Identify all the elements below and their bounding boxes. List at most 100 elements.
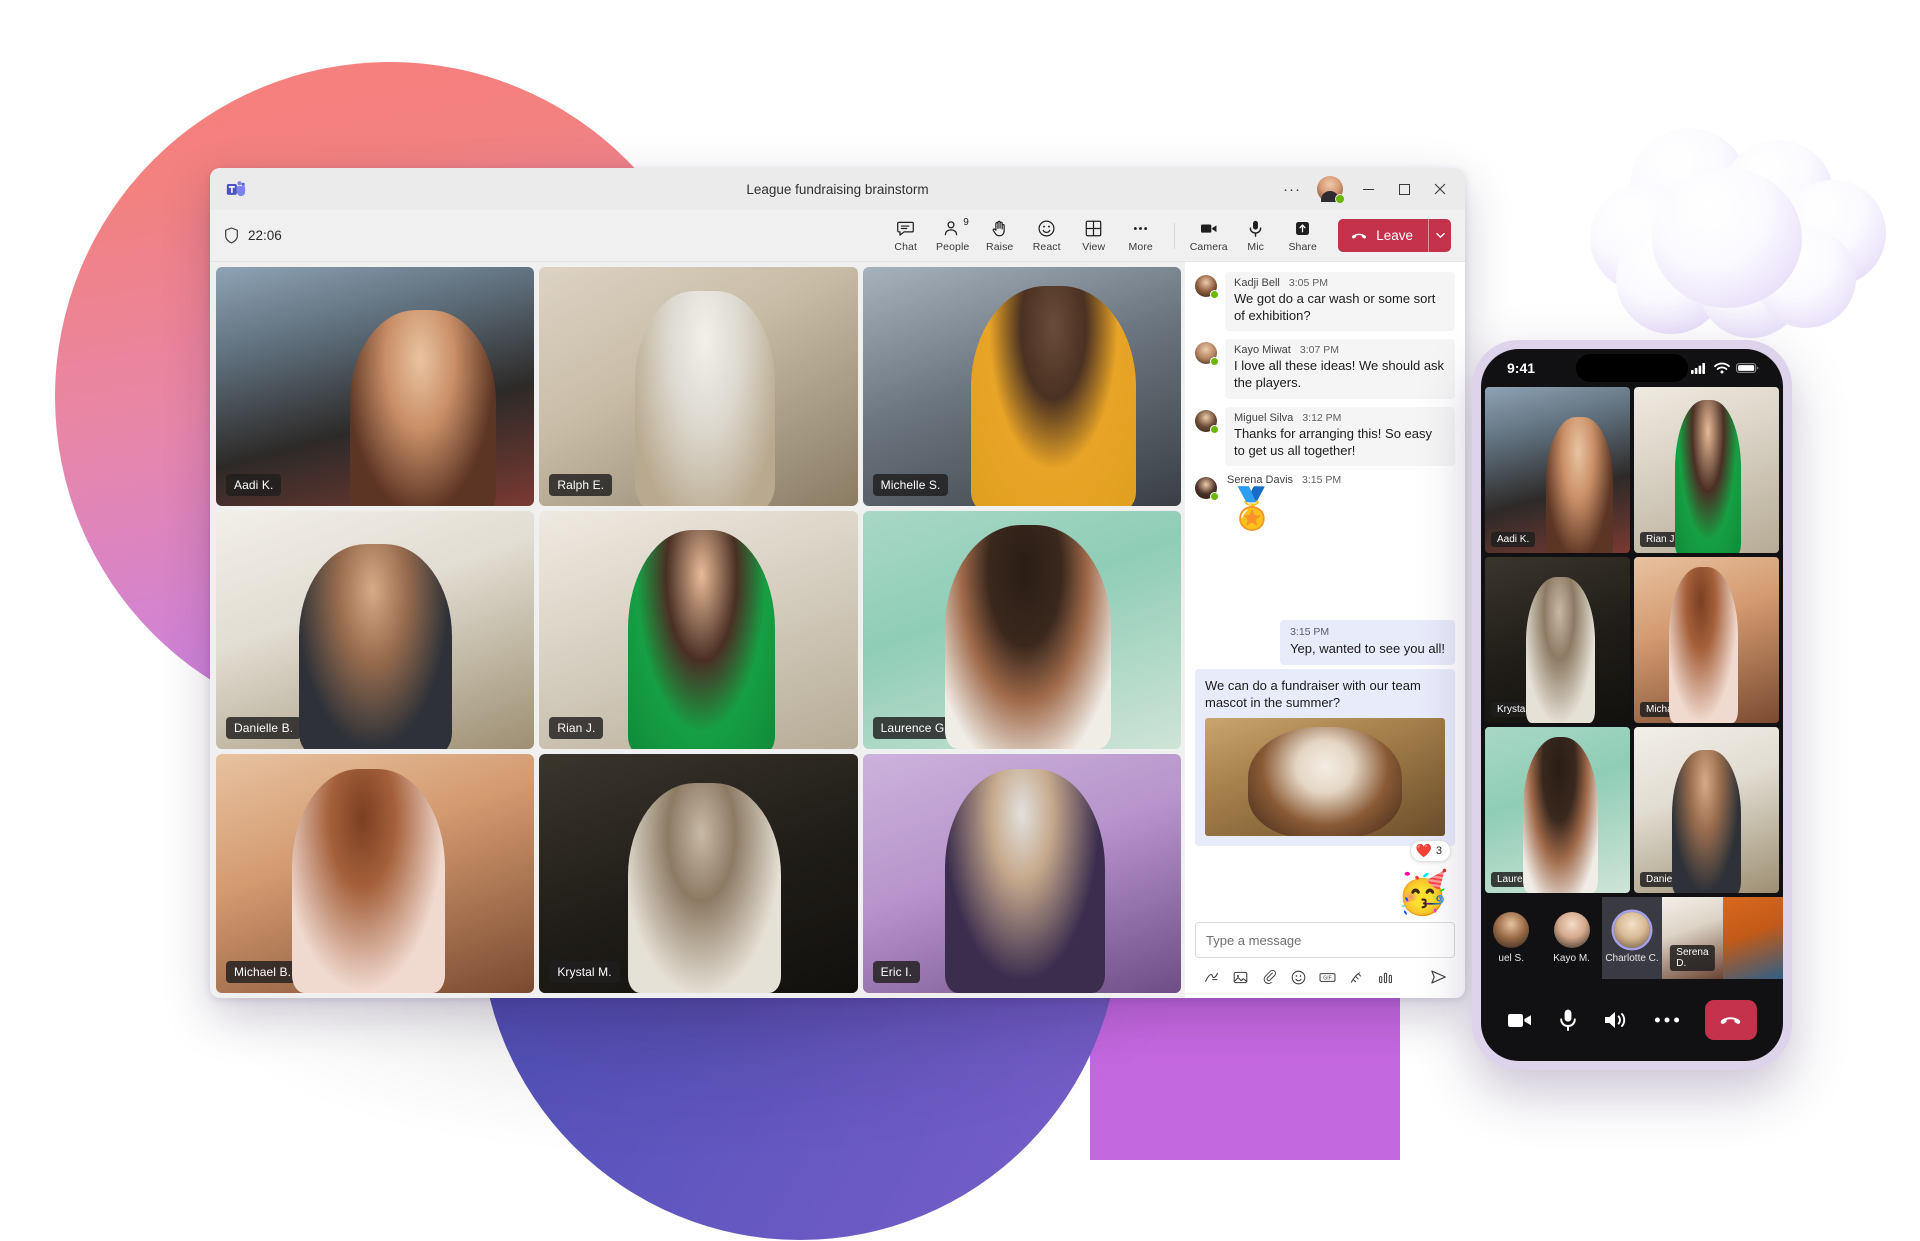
minimize-button[interactable]: [1351, 174, 1385, 204]
toolbar-item-view[interactable]: View: [1070, 216, 1117, 255]
format-icon[interactable]: [1197, 964, 1226, 990]
chat-own-bubble: 3:15 PM Yep, wanted to see you all!: [1280, 619, 1455, 665]
chat-timestamp: 3:15 PM: [1302, 473, 1342, 486]
toolbar-item-raise[interactable]: Raise: [976, 216, 1023, 255]
phone-roster-item[interactable]: Charlotte C.: [1601, 897, 1663, 979]
phone-hangup-button[interactable]: [1704, 1000, 1757, 1040]
video-grid: Aadi K. Ralph E. Michelle S. Danielle B. Ria…: [210, 262, 1185, 998]
phone-roster-item[interactable]: uel S.: [1481, 897, 1541, 979]
phone-roster-name: Charlotte C.: [1605, 953, 1659, 964]
send-icon[interactable]: [1424, 964, 1453, 990]
phone-video-tile-name: Michael B.: [1640, 702, 1699, 717]
phone-video-tile[interactable]: Danielle B.: [1634, 727, 1779, 893]
phone-video-tile[interactable]: Michael B.: [1634, 557, 1779, 723]
toolbar-item-mic[interactable]: Mic: [1232, 216, 1279, 255]
avatar[interactable]: [1317, 176, 1345, 204]
chat-author: Kadji Bell: [1234, 277, 1280, 289]
chat-panel: Kadji Bell 3:05 PM We got do a car wash or…: [1185, 262, 1465, 998]
chat-message-meta: Serena Davis 3:15 PM: [1227, 474, 1455, 486]
phone-video-tile-name: Rian J.: [1640, 532, 1684, 547]
meeting-toolbar: 22:06 Chat 9 People Raise React View Mor…: [210, 210, 1465, 262]
poll-icon[interactable]: [1371, 964, 1400, 990]
phone-roster-name: uel S.: [1498, 953, 1524, 964]
reaction-badge[interactable]: ❤️ 3: [1409, 840, 1451, 862]
close-button[interactable]: [1423, 174, 1457, 204]
toolbar-item-camera[interactable]: Camera: [1185, 216, 1232, 255]
meeting-body: Aadi K. Ralph E. Michelle S. Danielle B. Ria…: [210, 262, 1465, 998]
phone-camera-button[interactable]: [1507, 1010, 1533, 1030]
chat-own-bubble-with-photo: We can do a fundraiser with our team mas…: [1195, 668, 1455, 846]
phone-video-tile[interactable]: Krystal M.: [1485, 557, 1630, 723]
message-input[interactable]: Type a message: [1195, 922, 1455, 958]
phone-roster-item[interactable]: Kayo M.: [1541, 897, 1601, 979]
video-tile[interactable]: Danielle B.: [216, 510, 535, 750]
phone-video-tile[interactable]: Aadi K.: [1485, 387, 1630, 553]
video-tile-name: Aadi K.: [226, 473, 282, 496]
video-tile[interactable]: Michelle S.: [862, 267, 1181, 506]
toolbar-label-react: React: [1032, 241, 1061, 253]
phone-video-tile[interactable]: Rian J.: [1634, 387, 1779, 553]
toolbar-item-more[interactable]: More: [1117, 216, 1164, 255]
video-tile-name: Eric I.: [872, 961, 921, 983]
raise-hand-icon: [990, 218, 1009, 239]
image-icon[interactable]: [1226, 964, 1255, 990]
leave-label: Leave: [1376, 228, 1413, 243]
phone-roster-item[interactable]: Serena D.: [1662, 897, 1723, 979]
video-tile[interactable]: Ralph E.: [539, 267, 858, 506]
cellular-signal-icon: [1691, 363, 1705, 374]
toolbar-item-react[interactable]: React: [1023, 216, 1070, 255]
toolbar-label-chat: Chat: [894, 241, 917, 253]
leave-dropdown-button[interactable]: [1428, 219, 1451, 252]
video-tile[interactable]: Eric I.: [862, 754, 1181, 993]
chat-message-text: We got do a car wash or some sort of exh…: [1234, 291, 1436, 324]
video-tile[interactable]: Rian J.: [539, 510, 858, 750]
maximize-button[interactable]: [1387, 174, 1421, 204]
phone-mic-button[interactable]: [1558, 1008, 1578, 1032]
toolbar-item-share[interactable]: Share: [1279, 216, 1326, 255]
toolbar-label-mic: Mic: [1247, 241, 1265, 253]
toolbar-item-chat[interactable]: Chat: [882, 216, 929, 255]
phone-roster-item[interactable]: [1722, 897, 1783, 979]
emoji-icon[interactable]: [1284, 964, 1313, 990]
sticker-icon[interactable]: [1342, 964, 1371, 990]
attach-icon[interactable]: [1255, 964, 1284, 990]
phone-speaker-button[interactable]: [1603, 1009, 1629, 1031]
video-tile[interactable]: Krystal M.: [539, 754, 858, 993]
gif-icon[interactable]: GIF: [1313, 964, 1342, 990]
chat-icon: [896, 218, 915, 239]
reaction-count: 3: [1435, 845, 1442, 857]
microphone-icon: [1560, 1009, 1576, 1031]
toolbar-item-people[interactable]: 9 People: [929, 216, 976, 255]
video-tile[interactable]: Michael B.: [216, 754, 535, 993]
chat-timestamp: 3:05 PM: [1288, 277, 1328, 289]
phone-video-tile-name: Krystal M.: [1491, 702, 1548, 717]
cloud-decoration: [1590, 128, 1890, 338]
phone-video-grid: Aadi K. Rian J. Krystal M. Michael B. Lauren…: [1481, 387, 1783, 893]
chat-message-text: Thanks for arranging this! So easy to ge…: [1234, 425, 1432, 458]
avatar: [1493, 912, 1530, 948]
more-options-button[interactable]: ···: [1275, 174, 1309, 204]
video-tile[interactable]: Aadi K.: [216, 267, 535, 506]
microphone-icon: [1246, 218, 1265, 239]
composer-toolbar: GIF: [1195, 964, 1455, 990]
phone-status-bar: 9:41: [1481, 349, 1783, 387]
chat-bubble: Serena Davis 3:15 PM 🏅: [1225, 474, 1455, 529]
bulldog-photo[interactable]: [1205, 718, 1445, 836]
video-tile[interactable]: Laurence G.: [862, 510, 1181, 750]
chat-message: Kayo Miwat 3:07 PM I love all these ideas!…: [1195, 339, 1455, 399]
avatar: [1195, 275, 1219, 299]
phone-video-tile[interactable]: Laurence G.: [1485, 727, 1630, 893]
toolbar-label-raise: Raise: [986, 241, 1014, 253]
phone-more-button[interactable]: [1654, 1016, 1680, 1024]
avatar: [1614, 912, 1651, 948]
chat-message-text: I love all these ideas! We should ask th…: [1234, 358, 1445, 391]
leave-button[interactable]: Leave: [1338, 219, 1428, 252]
toolbar-divider: [1174, 222, 1176, 249]
hangup-icon: [1352, 233, 1367, 238]
video-tile-name: Michael B.: [226, 961, 300, 983]
chat-composer: Type a message GIF: [1195, 922, 1455, 990]
chat-bubble: Kayo Miwat 3:07 PM I love all these ideas!…: [1225, 339, 1455, 399]
chat-own-messages: 3:15 PM Yep, wanted to see you all! We c…: [1195, 619, 1455, 914]
video-tile-name: Krystal M.: [549, 961, 620, 983]
video-tile-name: Laurence G.: [872, 717, 956, 740]
